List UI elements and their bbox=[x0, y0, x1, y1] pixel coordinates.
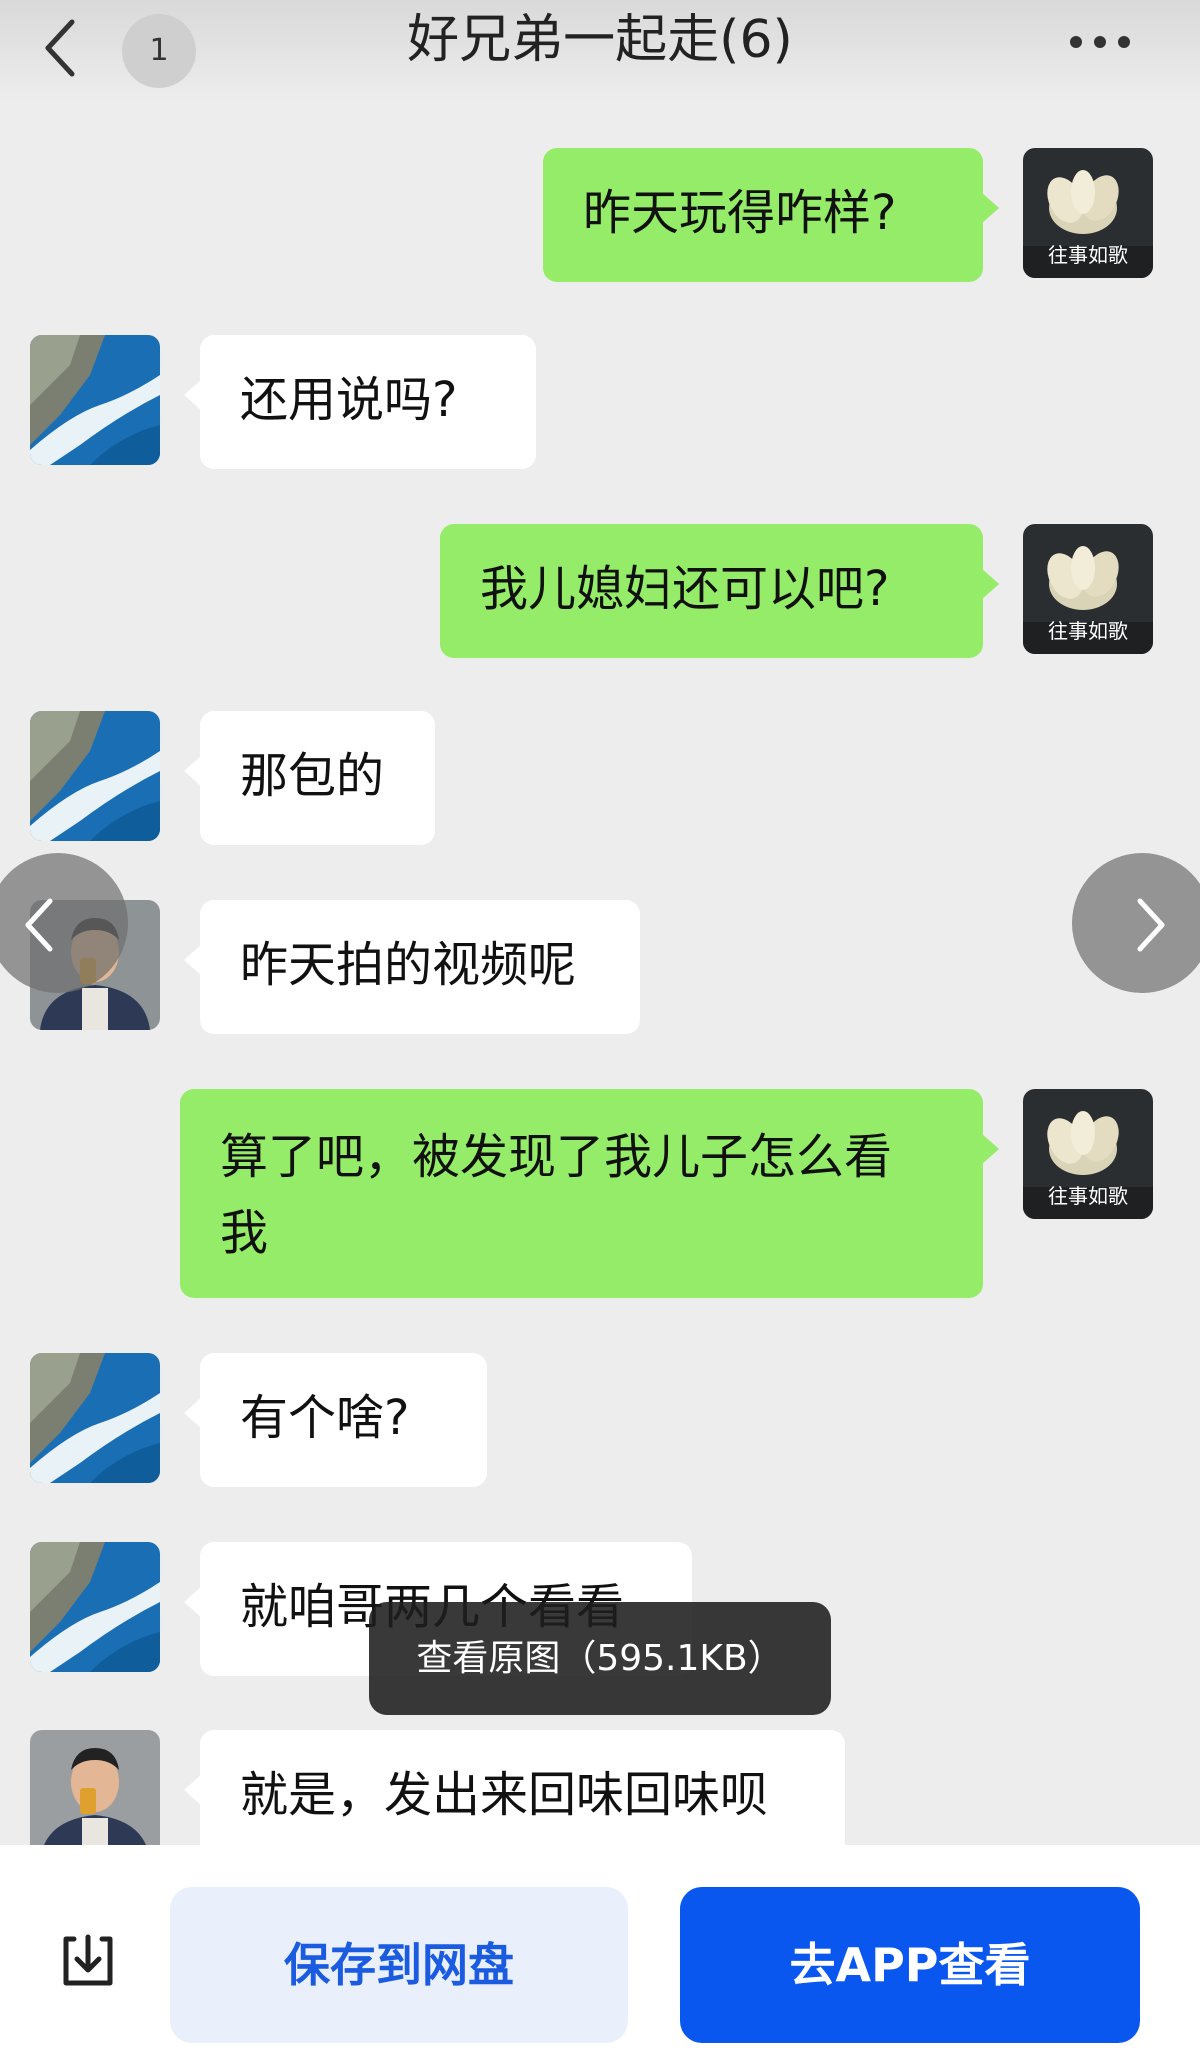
message-bubble-incoming[interactable]: 就是，发出来回味回味呗 bbox=[184, 1730, 845, 1864]
lotus-flower-avatar[interactable]: 往事如歌 bbox=[1023, 524, 1153, 654]
message-text: 我儿媳妇还可以吧? bbox=[480, 561, 890, 617]
back-button[interactable]: 1 bbox=[30, 10, 196, 88]
next-image-button[interactable] bbox=[1072, 853, 1200, 993]
coast-cliff-avatar[interactable] bbox=[30, 1542, 160, 1672]
coast-cliff-avatar[interactable] bbox=[30, 335, 160, 465]
message-bubble-outgoing[interactable]: 昨天玩得咋样? bbox=[543, 148, 999, 282]
message-bubble-incoming[interactable]: 昨天拍的视频呢 bbox=[184, 900, 640, 1034]
message-bubble-outgoing[interactable]: 算了吧，被发现了我儿子怎么看 我 bbox=[180, 1089, 999, 1298]
message-bubble-incoming[interactable]: 那包的 bbox=[184, 711, 435, 845]
coast-cliff-avatar[interactable] bbox=[30, 711, 160, 841]
chat-title: 好兄弟一起走(6) bbox=[407, 10, 793, 70]
message-bubble-incoming[interactable]: 还用说吗? bbox=[184, 335, 536, 469]
message-text: 那包的 bbox=[240, 748, 385, 804]
chevron-left-icon bbox=[45, 19, 75, 77]
more-button[interactable] bbox=[1060, 16, 1140, 66]
message-text: 就是，发出来回味回味呗 bbox=[240, 1767, 769, 1823]
message-bubble-incoming[interactable]: 有个啥? bbox=[184, 1353, 487, 1487]
avatar-caption: 往事如歌 bbox=[1048, 619, 1128, 643]
chat-header: 1 好兄弟一起走(6) bbox=[0, 0, 1200, 100]
unread-count-badge: 1 bbox=[122, 14, 196, 88]
download-icon bbox=[63, 1934, 113, 1986]
more-dots-icon bbox=[1070, 36, 1130, 48]
message-text: 算了吧，被发现了我儿子怎么看 bbox=[220, 1129, 893, 1185]
open-in-app-button[interactable]: 去APP查看 bbox=[680, 1887, 1140, 2043]
save-to-cloud-button[interactable]: 保存到网盘 bbox=[170, 1887, 628, 2043]
avatar-caption: 往事如歌 bbox=[1048, 1184, 1128, 1208]
lotus-flower-avatar[interactable]: 往事如歌 bbox=[1023, 148, 1153, 278]
message-text: 昨天玩得咋样? bbox=[583, 185, 897, 241]
message-bubble-outgoing[interactable]: 我儿媳妇还可以吧? bbox=[440, 524, 999, 658]
bottom-action-bar: 保存到网盘 去APP查看 bbox=[0, 1845, 1200, 2063]
message-text: 还用说吗? bbox=[240, 372, 458, 428]
message-text: 昨天拍的视频呢 bbox=[240, 937, 577, 993]
man-drinking-avatar[interactable] bbox=[30, 1730, 160, 1860]
view-original-button[interactable]: 查看原图（595.1KB） bbox=[369, 1602, 831, 1715]
coast-cliff-avatar[interactable] bbox=[30, 1353, 160, 1483]
message-text-line2: 我 bbox=[220, 1205, 269, 1261]
chevron-right-icon bbox=[1137, 898, 1165, 952]
download-button[interactable] bbox=[58, 1931, 134, 2007]
chevron-left-icon bbox=[25, 898, 53, 952]
avatar-caption: 往事如歌 bbox=[1048, 243, 1128, 267]
lotus-flower-avatar[interactable]: 往事如歌 bbox=[1023, 1089, 1153, 1219]
message-text: 有个啥? bbox=[240, 1390, 410, 1446]
